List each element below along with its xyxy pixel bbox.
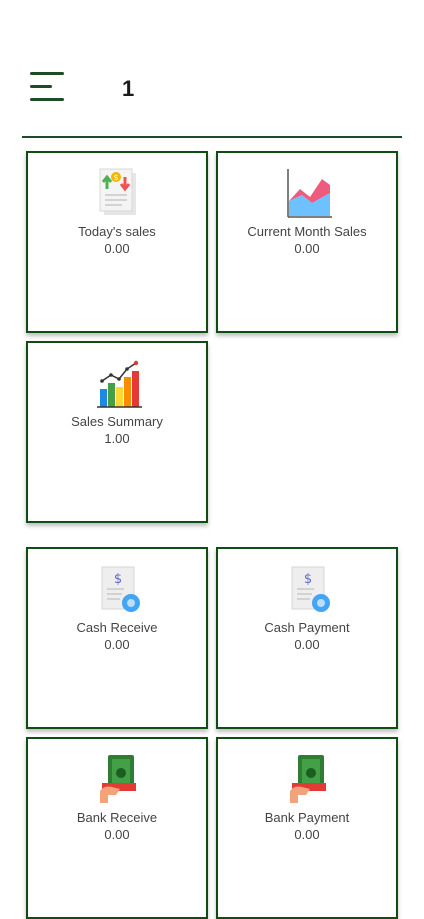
card-value: 0.00 [104,241,130,256]
bar-chart-icon [97,360,142,408]
money-hand-icon [100,755,136,803]
card-value: 0.00 [294,637,320,652]
bank-receive-card[interactable]: Bank Receive 0.00 [26,737,208,919]
cash-receive-card[interactable]: $ Cash Receive 0.00 [26,547,208,729]
menu-line [30,72,64,75]
card-label: Sales Summary [71,414,163,429]
cash-document-icon: $ [101,566,140,612]
app-header: 1 [0,0,424,140]
menu-line [30,85,52,88]
svg-text:$: $ [114,572,122,587]
card-label: Cash Receive [76,620,158,635]
page-title: 1 [122,76,135,101]
card-value: 1.00 [104,431,130,446]
todays-sales-card[interactable]: $ Today's sales 0.00 [26,151,208,333]
cash-document-icon: $ [291,566,330,612]
card-value: 0.00 [104,827,130,842]
money-hand-icon [290,755,326,803]
card-label: Bank Payment [264,810,350,825]
bank-payment-card[interactable]: Bank Payment 0.00 [216,737,398,919]
menu-line [30,98,64,101]
card-label: Cash Payment [264,620,350,635]
card-label: Current Month Sales [247,224,367,239]
cash-payment-card[interactable]: $ Cash Payment 0.00 [216,547,398,729]
card-value: 0.00 [104,637,130,652]
current-month-sales-card[interactable]: Current Month Sales 0.00 [216,151,398,333]
svg-text:$: $ [304,572,312,587]
hamburger-menu-icon[interactable] [28,70,68,106]
card-label: Bank Receive [76,810,158,825]
card-value: 0.00 [294,241,320,256]
card-value: 0.00 [294,827,320,842]
card-label: Today's sales [78,224,156,239]
svg-text:$: $ [113,173,118,182]
area-chart-icon [287,169,332,218]
header-divider [22,136,402,138]
sales-receipt-icon: $ [99,168,136,215]
sales-summary-card[interactable]: Sales Summary 1.00 [26,341,208,523]
